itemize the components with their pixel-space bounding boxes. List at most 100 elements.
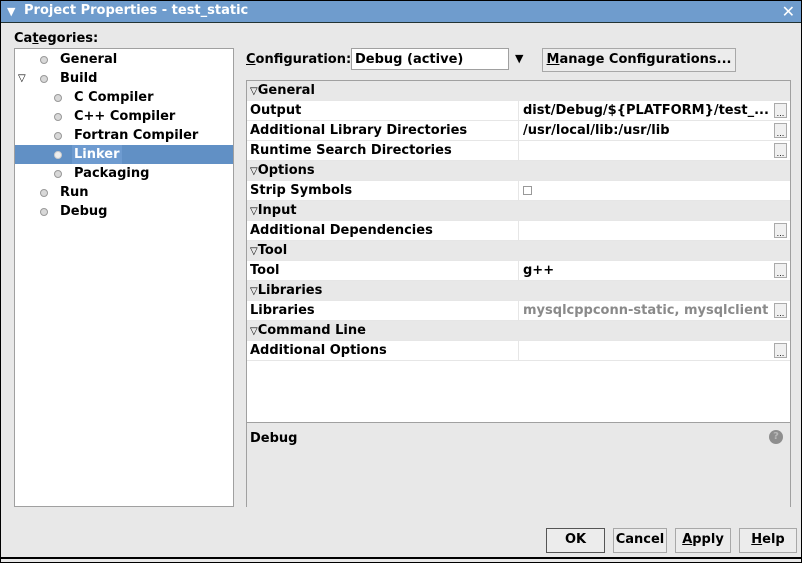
tree-item-debug[interactable]: Debug	[15, 202, 233, 221]
strip-symbols-checkbox[interactable]	[523, 186, 532, 195]
tree-item-packaging[interactable]: Packaging	[15, 164, 233, 183]
category-name: ▽Options	[250, 163, 315, 178]
bullet-icon	[54, 94, 62, 102]
category-row-tool[interactable]: ▽Tool	[247, 241, 790, 261]
collapse-icon[interactable]: ▽	[250, 326, 258, 337]
description-text: Debug	[250, 431, 298, 446]
ok-button[interactable]: OK	[546, 528, 605, 553]
tree-item-label: Build	[60, 71, 98, 86]
property-value[interactable]	[518, 221, 790, 240]
configuration-label: Configuration:	[246, 52, 352, 67]
property-name: Libraries	[250, 303, 315, 318]
close-icon[interactable]: ✕	[782, 2, 795, 21]
property-table: ▽General Output dist/Debug/${PLATFORM}/tes…	[247, 81, 790, 361]
property-name: Strip Symbols	[250, 183, 353, 198]
browse-button[interactable]: ...	[774, 343, 787, 358]
category-row-command-line[interactable]: ▽Command Line	[247, 321, 790, 341]
property-value[interactable]	[518, 341, 790, 360]
window-menu-icon[interactable]: ▼	[7, 5, 15, 18]
property-row-runtime-search-directories[interactable]: Runtime Search Directories...	[247, 141, 790, 161]
bullet-icon	[40, 75, 48, 83]
tree-item-run[interactable]: Run	[15, 183, 233, 202]
bullet-icon	[54, 132, 62, 140]
browse-button[interactable]: ...	[774, 143, 787, 158]
property-name: Output	[250, 103, 302, 118]
property-row-strip-symbols[interactable]: Strip Symbols	[247, 181, 790, 201]
property-value[interactable]: /usr/local/lib:/usr/lib	[518, 121, 790, 140]
tree-item-label: C++ Compiler	[74, 109, 176, 124]
tree-item-general[interactable]: General	[15, 50, 233, 69]
project-properties-dialog: ▼ Project Properties - test_static ✕ Cat…	[0, 0, 802, 563]
browse-button[interactable]: ...	[774, 303, 787, 318]
tree-item-label: General	[60, 52, 118, 67]
collapse-icon[interactable]: ▽	[250, 246, 258, 257]
tree-item-c-compiler[interactable]: C Compiler	[15, 88, 233, 107]
bullet-icon	[54, 151, 62, 159]
property-row-additional-library-directories[interactable]: Additional Library Directories/usr/local…	[247, 121, 790, 141]
browse-button[interactable]: ...	[774, 223, 787, 238]
window-title: Project Properties - test_static	[24, 3, 249, 18]
dropdown-arrow-icon[interactable]: ▼	[515, 52, 523, 65]
bullet-icon	[40, 56, 48, 64]
property-name: Additional Dependencies	[250, 223, 433, 238]
browse-button[interactable]: ...	[774, 123, 787, 138]
categories-tree[interactable]: General ▽ Build C Compiler C++ Compiler Fortr…	[14, 48, 234, 507]
property-row-additional-options[interactable]: Additional Options...	[247, 341, 790, 361]
tree-item-label: C Compiler	[74, 90, 154, 105]
property-sheet: ▽General Output dist/Debug/${PLATFORM}/tes…	[246, 80, 791, 507]
cancel-button[interactable]: Cancel	[613, 528, 667, 553]
category-row-libraries[interactable]: ▽Libraries	[247, 281, 790, 301]
category-name: ▽Tool	[250, 243, 288, 258]
property-row-output[interactable]: Output dist/Debug/${PLATFORM}/test_......	[247, 101, 790, 121]
property-row-tool[interactable]: Tool g++...	[247, 261, 790, 281]
tree-item-c-compiler[interactable]: C++ Compiler	[15, 107, 233, 126]
tree-item-linker[interactable]: Linker	[15, 145, 233, 164]
collapse-icon[interactable]: ▽	[250, 286, 258, 297]
collapse-icon[interactable]: ▽	[250, 86, 258, 97]
collapse-icon[interactable]: ▽	[250, 166, 258, 177]
title-bar[interactable]: ▼ Project Properties - test_static ✕	[1, 1, 801, 23]
property-value[interactable]	[518, 181, 790, 200]
bullet-icon	[40, 208, 48, 216]
category-row-general[interactable]: ▽General	[247, 81, 790, 101]
tree-item-label: Debug	[60, 204, 108, 219]
tree-item-label: Packaging	[74, 166, 150, 181]
category-row-input[interactable]: ▽Input	[247, 201, 790, 221]
property-value[interactable]: g++	[518, 261, 790, 280]
tree-item-build[interactable]: ▽ Build	[15, 69, 233, 88]
tree-item-label: Linker	[72, 145, 122, 164]
browse-button[interactable]: ...	[774, 263, 787, 278]
property-name: Additional Library Directories	[250, 123, 468, 138]
property-name: Tool	[250, 263, 280, 278]
collapse-icon[interactable]: ▽	[250, 206, 258, 217]
apply-button[interactable]: Apply	[675, 528, 731, 553]
bullet-icon	[40, 189, 48, 197]
description-panel: Debug ?	[247, 422, 790, 507]
category-name: ▽Command Line	[250, 323, 366, 338]
bullet-icon	[54, 170, 62, 178]
tree-item-fortran-compiler[interactable]: Fortran Compiler	[15, 126, 233, 145]
property-value[interactable]: mysqlcppconn-static, mysqlclient	[518, 301, 790, 320]
bullet-icon	[54, 113, 62, 121]
help-button[interactable]: Help	[739, 528, 797, 553]
bottom-border	[0, 557, 802, 559]
property-name: Runtime Search Directories	[250, 143, 452, 158]
browse-button[interactable]: ...	[774, 103, 787, 118]
tree-item-label: Run	[60, 185, 89, 200]
configuration-select[interactable]: Debug (active)	[351, 48, 509, 70]
panel-edge	[791, 80, 801, 505]
category-name: ▽Input	[250, 203, 297, 218]
tree-item-label: Fortran Compiler	[74, 128, 199, 143]
manage-configurations-button[interactable]: Manage Configurations...	[542, 48, 736, 72]
category-row-options[interactable]: ▽Options	[247, 161, 790, 181]
property-row-libraries[interactable]: Libraries mysqlcppconn-static, mysqlclien…	[247, 301, 790, 321]
property-value[interactable]: dist/Debug/${PLATFORM}/test_...	[518, 101, 790, 120]
property-name: Additional Options	[250, 343, 387, 358]
expand-icon[interactable]: ▽	[18, 69, 26, 88]
property-row-additional-dependencies[interactable]: Additional Dependencies...	[247, 221, 790, 241]
category-name: ▽Libraries	[250, 283, 323, 298]
property-value[interactable]	[518, 141, 790, 160]
help-icon[interactable]: ?	[769, 430, 783, 444]
category-name: ▽General	[250, 83, 315, 98]
categories-label: Categories:	[14, 31, 99, 46]
